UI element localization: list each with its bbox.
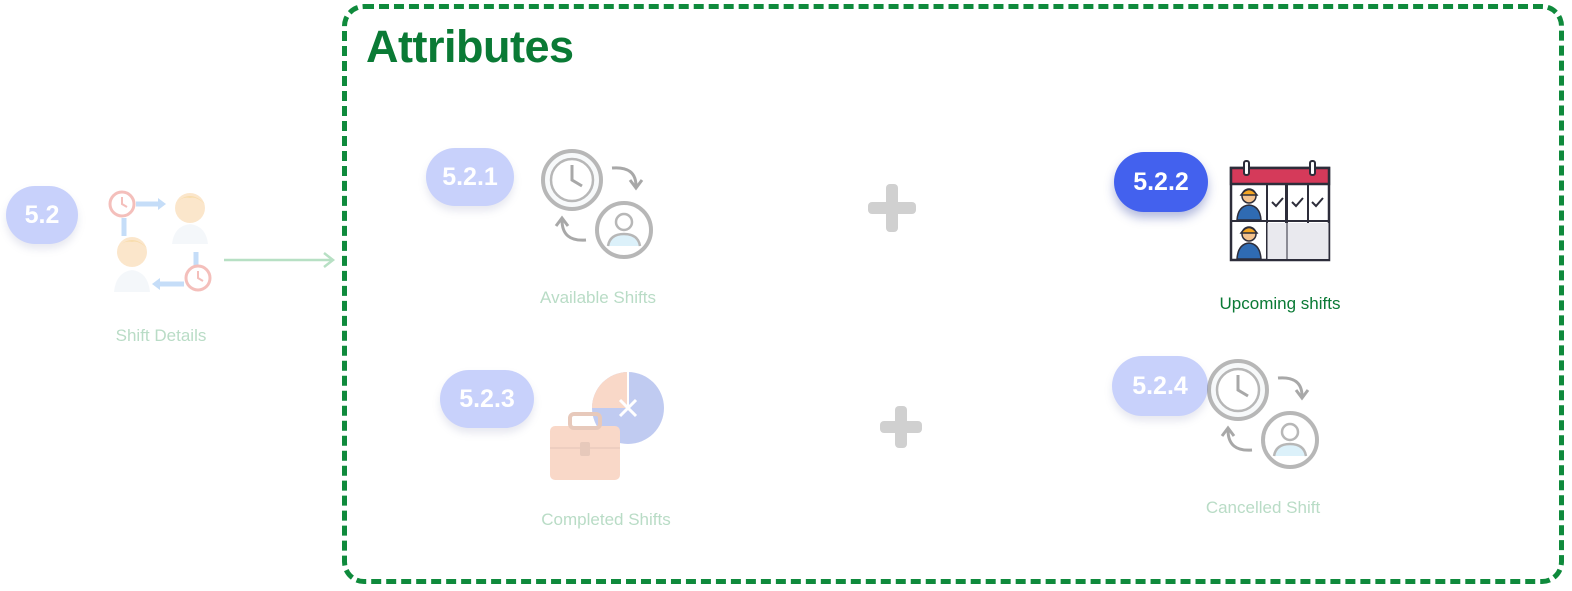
attribute-label-5-2-3: Completed Shifts: [541, 510, 671, 529]
attribute-badge-5-2-1: 5.2.1: [426, 148, 514, 206]
clock-user-cycle-icon: [540, 148, 658, 260]
source-badge: 5.2: [6, 186, 78, 244]
plus-icon: [878, 404, 924, 450]
attribute-label-5-2-4: Cancelled Shift: [1205, 498, 1321, 517]
briefcase-clock-icon: [544, 370, 668, 484]
source-label: Shift Details: [115, 326, 207, 345]
plus-icon: [866, 182, 918, 234]
shift-exchange-icon: [104, 188, 220, 296]
attribute-badge-5-2-2: 5.2.2: [1114, 152, 1208, 212]
frame-title: Attributes: [366, 21, 574, 72]
attribute-label-5-2-1: Available Shifts: [540, 288, 656, 307]
attribute-badge-5-2-3: 5.2.3: [440, 370, 534, 428]
clock-user-cycle-icon: [1206, 358, 1324, 470]
attribute-label-5-2-2: Upcoming shifts: [1219, 294, 1341, 313]
connector-arrow: [222, 250, 338, 270]
calendar-workers-icon: [1228, 160, 1332, 262]
attribute-badge-5-2-4: 5.2.4: [1112, 356, 1208, 416]
